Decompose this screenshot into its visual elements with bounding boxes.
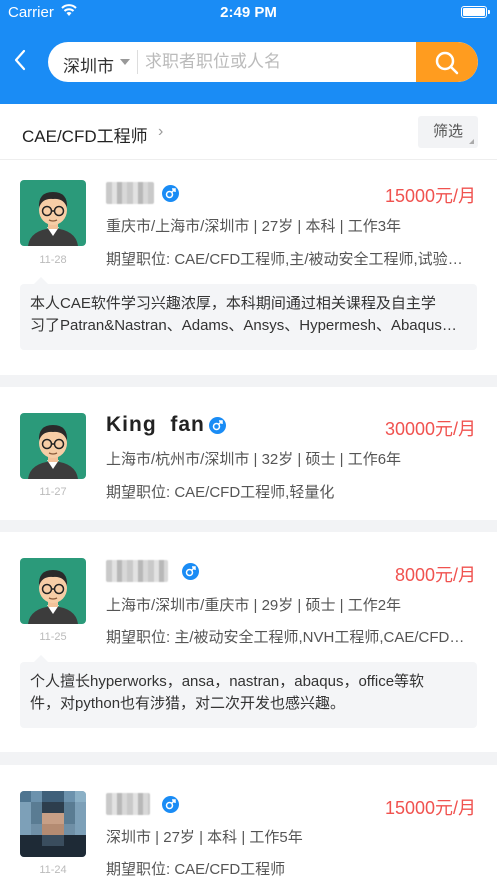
avatar	[20, 180, 86, 246]
expected-position: 期望职位: CAE/CFD工程师,轻量化	[106, 484, 335, 501]
chevron-right-icon[interactable]: ›	[158, 123, 163, 141]
candidate-info: 上海市/杭州市/深圳市 | 32岁 | 硕士 | 工作6年	[106, 451, 402, 468]
male-icon	[182, 563, 199, 580]
city-selector[interactable]: 深圳市	[63, 52, 114, 77]
candidate-card[interactable]: 11-25 8000元/月 上海市/深圳市/重庆市 | 29岁 | 硕士 | 工…	[0, 532, 497, 752]
salary: 8000元/月	[394, 565, 476, 585]
candidate-card[interactable]: 11-24 15000元/月 深圳市 | 27岁 | 本科 | 工作5年 期望职…	[0, 765, 497, 883]
post-date: 11-27	[39, 486, 67, 498]
salary: 30000元/月	[384, 419, 476, 439]
search-bar: 深圳市	[48, 42, 478, 82]
post-date: 11-25	[39, 631, 67, 643]
caret-down-icon[interactable]	[120, 59, 130, 65]
back-button[interactable]	[12, 48, 36, 78]
intro-line: 习了Patran&Nastran、Adams、Ansys、Hypermesh、A…	[30, 317, 467, 334]
salary: 15000元/月	[384, 186, 476, 206]
self-introduction: 本人CAE软件学习兴趣浓厚，本科期间通过相关课程及自主学 习了Patran&Na…	[20, 277, 477, 350]
expected-position: 期望职位: 主/被动安全工程师,NVH工程师,CAE/CFD工程师	[106, 629, 473, 646]
search-icon	[435, 51, 459, 75]
expected-position: 期望职位: CAE/CFD工程师	[106, 861, 286, 878]
intro-line: 件，对python也有涉猎，对二次开发也感兴趣。	[30, 695, 346, 712]
position-selector[interactable]: CAE/CFD工程师	[22, 122, 148, 147]
divider	[137, 50, 138, 74]
male-icon	[209, 417, 226, 434]
intro-line: 个人擅长hyperworks，ansa，nastran，abaqus，offic…	[30, 673, 425, 690]
intro-line: 本人CAE软件学习兴趣浓厚，本科期间通过相关课程及自主学	[30, 295, 436, 312]
chevron-left-icon	[14, 49, 26, 71]
candidate-info: 重庆市/上海市/深圳市 | 27岁 | 本科 | 工作3年	[106, 218, 402, 235]
self-introduction: 个人擅长hyperworks，ansa，nastran，abaqus，offic…	[20, 655, 477, 728]
search-button[interactable]	[416, 42, 478, 82]
post-date: 11-28	[39, 254, 67, 266]
male-icon	[162, 185, 179, 202]
post-date: 11-24	[39, 864, 67, 876]
filter-bar: CAE/CFD工程师 › 筛选	[0, 104, 497, 160]
avatar	[20, 558, 86, 624]
candidate-card[interactable]: 11-27 King fan 30000元/月 上海市/杭州市/深圳市 | 32…	[0, 387, 497, 520]
candidate-info: 上海市/深圳市/重庆市 | 29岁 | 硕士 | 工作2年	[106, 597, 402, 614]
male-icon	[162, 796, 179, 813]
filter-button[interactable]: 筛选	[418, 116, 478, 148]
salary: 15000元/月	[384, 798, 476, 818]
expected-position: 期望职位: CAE/CFD工程师,主/被动安全工程师,试验工程师	[106, 251, 473, 268]
candidate-card[interactable]: 11-28 15000元/月 重庆市/上海市/深圳市 | 27岁 | 本科 | …	[0, 160, 497, 375]
battery-icon	[461, 6, 490, 18]
candidate-name-blurred	[106, 182, 154, 204]
search-input[interactable]	[145, 42, 415, 82]
header: Carrier 2:49 PM 深圳市	[0, 0, 497, 104]
status-bar: Carrier 2:49 PM	[0, 0, 497, 26]
candidate-name-blurred	[106, 793, 150, 815]
avatar	[20, 413, 86, 479]
avatar-photo	[20, 791, 86, 857]
candidate-name-blurred	[106, 560, 168, 582]
candidate-name: King fan	[106, 413, 205, 436]
clock: 2:49 PM	[220, 4, 277, 21]
candidate-info: 深圳市 | 27岁 | 本科 | 工作5年	[106, 829, 303, 846]
